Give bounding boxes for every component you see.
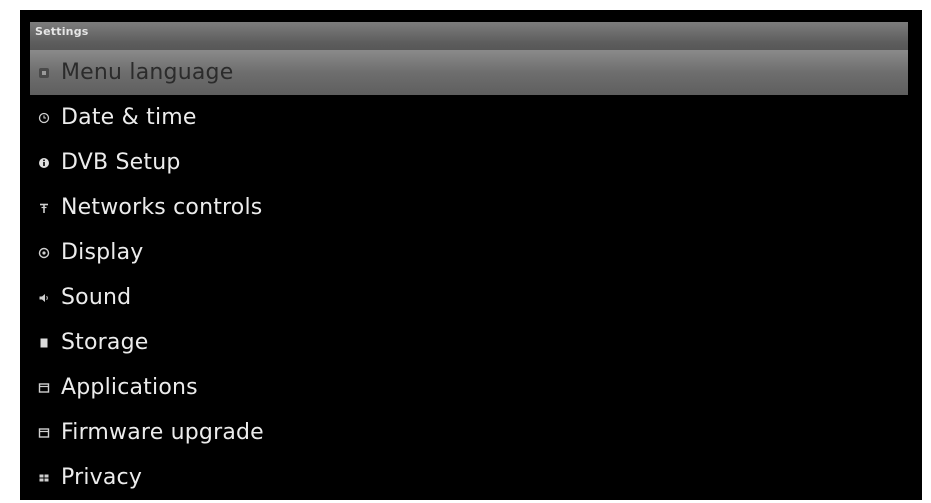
menu-item-sound[interactable]: Sound bbox=[30, 275, 908, 320]
privacy-icon bbox=[37, 471, 51, 485]
menu-item-date-time[interactable]: Date & time bbox=[30, 95, 908, 140]
menu-item-label: Networks controls bbox=[61, 195, 263, 220]
display-icon bbox=[37, 246, 51, 260]
applications-icon bbox=[37, 381, 51, 395]
menu-item-privacy[interactable]: Privacy bbox=[30, 455, 908, 500]
menu-item-label: Storage bbox=[61, 330, 149, 355]
menu-item-label: Sound bbox=[61, 285, 132, 310]
menu-item-label: DVB Setup bbox=[61, 150, 181, 175]
window-title: Settings bbox=[35, 25, 89, 38]
menu-item-label: Privacy bbox=[61, 465, 143, 490]
menu-item-label: Applications bbox=[61, 375, 198, 400]
menu-item-label: Menu language bbox=[61, 60, 234, 85]
info-icon bbox=[37, 156, 51, 170]
storage-icon bbox=[37, 336, 51, 350]
firmware-icon bbox=[37, 426, 51, 440]
menu-item-display[interactable]: Display bbox=[30, 230, 908, 275]
menu-item-dvb-setup[interactable]: DVB Setup bbox=[30, 140, 908, 185]
settings-screen: Settings Menu language Date & time DVB S… bbox=[20, 10, 922, 500]
menu-item-menu-language[interactable]: Menu language bbox=[30, 50, 908, 95]
menu-item-label: Display bbox=[61, 240, 144, 265]
menu-item-applications[interactable]: Applications bbox=[30, 365, 908, 410]
speaker-icon bbox=[37, 291, 51, 305]
menu-item-networks-controls[interactable]: Networks controls bbox=[30, 185, 908, 230]
menu-item-firmware-upgrade[interactable]: Firmware upgrade bbox=[30, 410, 908, 455]
clock-icon bbox=[37, 111, 51, 125]
language-icon bbox=[37, 66, 51, 80]
menu-item-label: Date & time bbox=[61, 105, 197, 130]
network-antenna-icon bbox=[37, 201, 51, 215]
menu-item-label: Firmware upgrade bbox=[61, 420, 264, 445]
menu-item-storage[interactable]: Storage bbox=[30, 320, 908, 365]
settings-menu: Menu language Date & time DVB Setup Netw… bbox=[30, 50, 908, 500]
